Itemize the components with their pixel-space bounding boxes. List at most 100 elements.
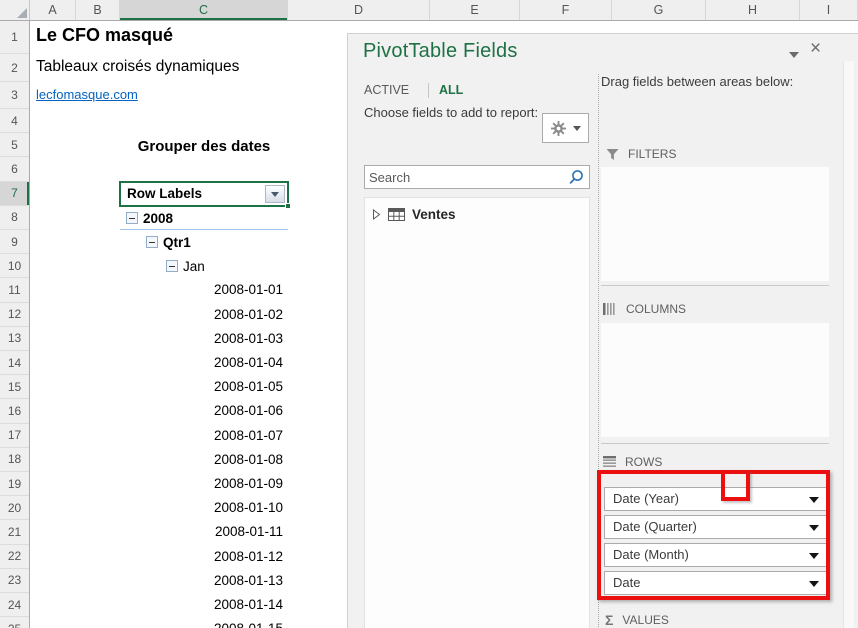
pivot-date-cell[interactable]: 2008-01-04: [120, 351, 283, 375]
pane-divider: [598, 74, 599, 628]
row-header-1[interactable]: 1: [0, 21, 29, 54]
row-header-7[interactable]: 7: [0, 182, 29, 206]
columns-drop-area[interactable]: [601, 323, 829, 437]
sigma-icon: Σ: [605, 612, 613, 628]
column-header-A[interactable]: A: [30, 0, 76, 20]
row-header-13[interactable]: 13: [0, 327, 29, 351]
chevron-down-icon[interactable]: [809, 525, 819, 531]
column-header-H[interactable]: H: [706, 0, 800, 20]
column-header-B[interactable]: B: [76, 0, 120, 20]
row-header-18[interactable]: 18: [0, 448, 29, 472]
cell-hyperlink[interactable]: lecfomasque.com: [36, 87, 138, 102]
pivot-date-cell[interactable]: 2008-01-14: [120, 593, 283, 617]
filters-area-header: FILTERS: [606, 147, 676, 161]
close-icon[interactable]: ×: [810, 38, 821, 60]
row-header-19[interactable]: 19: [0, 472, 29, 496]
column-header-E[interactable]: E: [430, 0, 520, 20]
column-header-C[interactable]: C: [120, 0, 288, 20]
row-header-10[interactable]: 10: [0, 254, 29, 278]
pivot-group-year[interactable]: 2008: [126, 206, 173, 230]
pivot-date-cell[interactable]: 2008-01-02: [120, 303, 283, 327]
chevron-down-icon[interactable]: [809, 497, 819, 503]
row-header-12[interactable]: 12: [0, 303, 29, 327]
rows-field-label: Date (Month): [613, 547, 689, 562]
row-header-4[interactable]: 4: [0, 109, 29, 133]
tab-active[interactable]: ACTIVE: [364, 83, 409, 97]
pivot-group-quarter[interactable]: Qtr1: [146, 230, 191, 254]
row-header-8[interactable]: 8: [0, 206, 29, 230]
search-input[interactable]: [369, 167, 559, 187]
column-header-G[interactable]: G: [612, 0, 706, 20]
row-header-6[interactable]: 6: [0, 157, 29, 181]
pivot-group-month[interactable]: Jan: [166, 254, 205, 278]
row-header-25[interactable]: 25: [0, 617, 29, 628]
row-header-22[interactable]: 22: [0, 545, 29, 569]
pivot-date-cell[interactable]: 2008-01-06: [120, 399, 283, 423]
cell-section-heading[interactable]: Grouper des dates: [120, 138, 288, 155]
row-header-5[interactable]: 5: [0, 133, 29, 157]
pivot-row-labels-cell[interactable]: Row Labels: [120, 182, 288, 206]
expand-triangle-icon: [372, 209, 381, 220]
cell-subtitle[interactable]: Tableaux croisés dynamiques: [36, 58, 239, 76]
pane-scrollbar[interactable]: [843, 61, 854, 628]
row-header-20[interactable]: 20: [0, 496, 29, 520]
column-header-I[interactable]: I: [800, 0, 858, 20]
filters-label: FILTERS: [628, 147, 676, 161]
rows-field-pill[interactable]: Date (Year): [604, 487, 828, 511]
pivot-date-cell[interactable]: 2008-01-05: [120, 375, 283, 399]
row-header-23[interactable]: 23: [0, 569, 29, 593]
rows-field-pill[interactable]: Date: [604, 571, 828, 595]
pivot-date-cell[interactable]: 2008-01-12: [120, 545, 283, 569]
row-header-14[interactable]: 14: [0, 351, 29, 375]
select-all-corner[interactable]: [0, 0, 30, 20]
row-header-3[interactable]: 3: [0, 82, 29, 109]
area-divider: [601, 443, 829, 444]
pivot-group-label: Jan: [183, 259, 205, 274]
search-icon[interactable]: [568, 169, 585, 186]
pivot-date-cell[interactable]: 2008-01-10: [120, 496, 283, 520]
rows-field-pill[interactable]: Date (Quarter): [604, 515, 828, 539]
values-label: VALUES: [622, 613, 668, 627]
tab-all[interactable]: ALL: [439, 83, 463, 97]
row-header-2[interactable]: 2: [0, 54, 29, 82]
column-header-F[interactable]: F: [520, 0, 612, 20]
tools-button[interactable]: [542, 113, 589, 143]
collapse-minus-icon[interactable]: [166, 260, 178, 272]
row-header-9[interactable]: 9: [0, 230, 29, 254]
pivot-date-cell[interactable]: 2008-01-11: [120, 520, 283, 544]
column-headers: ABCDEFGHI: [0, 0, 858, 21]
columns-label: COLUMNS: [626, 302, 686, 316]
pivot-date-cell[interactable]: 2008-01-13: [120, 569, 283, 593]
rows-field-pill[interactable]: Date (Month): [604, 543, 828, 567]
pivot-date-cell[interactable]: 2008-01-07: [120, 424, 283, 448]
rows-field-label: Date: [613, 575, 640, 590]
field-item-ventes[interactable]: Ventes: [365, 198, 589, 222]
filter-funnel-icon: [606, 148, 619, 161]
collapse-minus-icon[interactable]: [146, 236, 158, 248]
chevron-down-icon[interactable]: [809, 581, 819, 587]
collapse-minus-icon[interactable]: [126, 212, 138, 224]
cell-title[interactable]: Le CFO masqué: [36, 25, 173, 46]
search-box: [364, 165, 590, 189]
row-header-15[interactable]: 15: [0, 375, 29, 399]
filters-drop-area[interactable]: [601, 167, 829, 281]
pivot-date-cell[interactable]: 2008-01-15: [120, 617, 283, 628]
column-header-D[interactable]: D: [288, 0, 430, 20]
rows-label: ROWS: [625, 455, 662, 469]
chevron-down-icon[interactable]: [809, 553, 819, 559]
row-header-21[interactable]: 21: [0, 520, 29, 544]
pivot-date-cell[interactable]: 2008-01-03: [120, 327, 283, 351]
row-header-11[interactable]: 11: [0, 278, 29, 302]
gear-icon: [551, 121, 566, 136]
pivot-filter-button[interactable]: [265, 185, 285, 203]
row-headers: 1234567891011121314151617181920212223242…: [0, 21, 30, 628]
pivot-date-cell[interactable]: 2008-01-09: [120, 472, 283, 496]
excel-window: ABCDEFGHI 123456789101112131415161718192…: [0, 0, 858, 628]
row-header-17[interactable]: 17: [0, 424, 29, 448]
values-area-header: Σ VALUES: [605, 612, 669, 628]
pane-options-chevron-icon[interactable]: [786, 47, 802, 61]
row-header-24[interactable]: 24: [0, 593, 29, 617]
row-header-16[interactable]: 16: [0, 399, 29, 423]
pivot-date-cell[interactable]: 2008-01-01: [120, 278, 283, 302]
pivot-date-cell[interactable]: 2008-01-08: [120, 448, 283, 472]
